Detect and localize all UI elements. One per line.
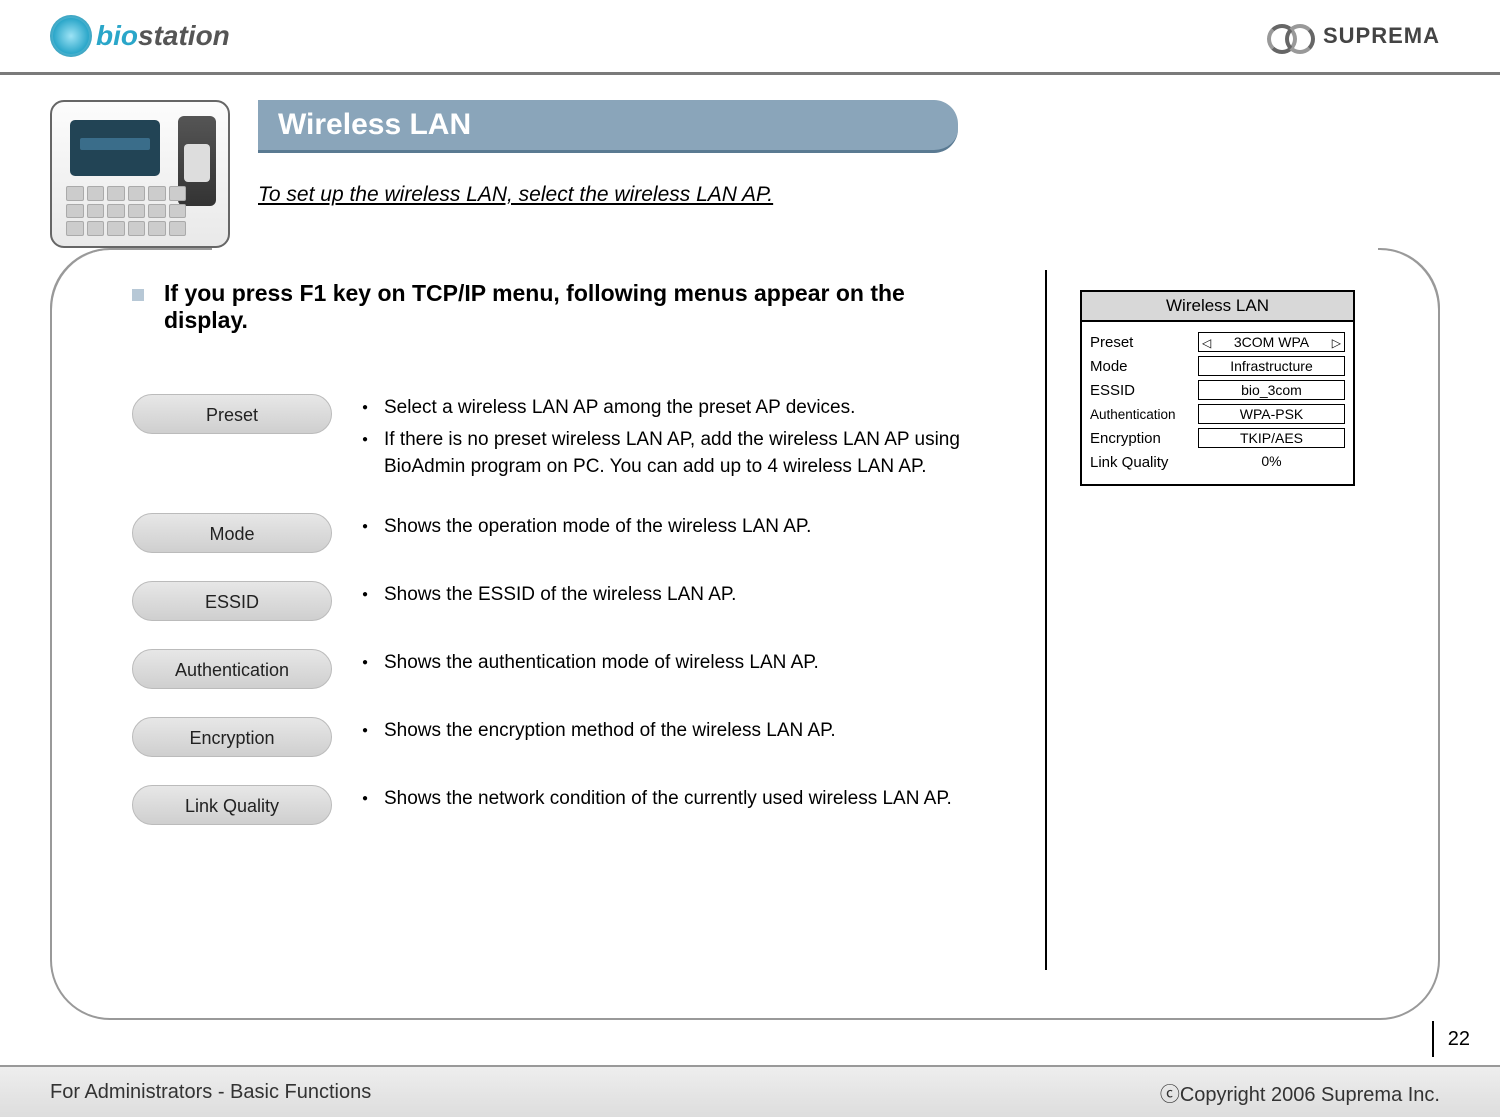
lcd-label: Encryption	[1090, 430, 1198, 447]
bullet-text: Shows the network condition of the curre…	[362, 785, 952, 813]
bullet-text: Shows the ESSID of the wireless LAN AP.	[362, 581, 736, 609]
bullet-text: Shows the operation mode of the wireless…	[362, 513, 811, 541]
logo-text-bio: bio	[96, 20, 138, 52]
page-subtitle: To set up the wireless LAN, select the w…	[258, 183, 958, 207]
lcd-row-linkquality: Link Quality 0%	[1090, 450, 1345, 474]
triangle-left-icon: ◁	[1202, 334, 1211, 352]
bullet-text: Shows the encryption method of the wirel…	[362, 717, 836, 745]
triangle-right-icon: ▷	[1332, 334, 1341, 352]
footer-left: For Administrators - Basic Functions	[50, 1081, 371, 1104]
lcd-value-preset: ◁ 3COM WPA ▷	[1198, 332, 1345, 352]
square-bullet-icon	[132, 289, 144, 301]
logo-text-station: station	[138, 20, 230, 52]
page-title: Wireless LAN	[258, 100, 958, 153]
lcd-value-encryption: TKIP/AES	[1198, 428, 1345, 448]
fingerprint-swirl-icon	[50, 15, 92, 57]
lcd-rows: Preset ◁ 3COM WPA ▷ Mode Infrastructure …	[1082, 322, 1353, 484]
biostation-logo: biostation	[50, 15, 230, 57]
lcd-value-text: WPA-PSK	[1240, 406, 1304, 422]
bullet-text: If there is no preset wireless LAN AP, a…	[362, 426, 1042, 481]
lcd-value-text: TKIP/AES	[1240, 430, 1303, 446]
banner-title-wrap: Wireless LAN To set up the wireless LAN,…	[258, 100, 958, 207]
pill-encryption: Encryption	[132, 717, 332, 757]
lcd-label: Authentication	[1090, 407, 1198, 422]
bullets-preset: Select a wireless LAN AP among the prese…	[362, 394, 1042, 485]
page-number: 22	[1432, 1021, 1470, 1057]
vertical-divider	[1045, 270, 1047, 970]
lcd-value-text: bio_3com	[1241, 382, 1302, 398]
lcd-value-linkquality: 0%	[1198, 452, 1345, 472]
lcd-label: Mode	[1090, 358, 1198, 375]
bullets-authentication: Shows the authentication mode of wireles…	[362, 649, 819, 681]
item-row-linkquality: Link Quality Shows the network condition…	[132, 785, 1092, 825]
lcd-row-encryption: Encryption TKIP/AES	[1090, 426, 1345, 450]
item-row-preset: Preset Select a wireless LAN AP among th…	[132, 394, 1092, 485]
lcd-value-text: Infrastructure	[1230, 358, 1312, 374]
lcd-label: ESSID	[1090, 382, 1198, 399]
lcd-row-essid: ESSID bio_3com	[1090, 378, 1345, 402]
pill-linkquality: Link Quality	[132, 785, 332, 825]
item-row-encryption: Encryption Shows the encryption method o…	[132, 717, 1092, 757]
lcd-value-essid: bio_3com	[1198, 380, 1345, 400]
pill-mode: Mode	[132, 513, 332, 553]
lcd-screen-mock: Wireless LAN Preset ◁ 3COM WPA ▷ Mode In…	[1080, 290, 1355, 486]
lcd-label: Link Quality	[1090, 454, 1198, 471]
page-header: biostation SUPREMA	[0, 0, 1500, 75]
pill-preset: Preset	[132, 394, 332, 434]
lcd-value-text: 3COM WPA	[1234, 334, 1309, 350]
infinity-icon	[1267, 24, 1315, 48]
footer-right: ⓒCopyright 2006 Suprema Inc.	[1160, 1078, 1440, 1107]
bullets-essid: Shows the ESSID of the wireless LAN AP.	[362, 581, 736, 613]
bullet-text: Select a wireless LAN AP among the prese…	[362, 394, 1042, 422]
lcd-title: Wireless LAN	[1082, 292, 1353, 322]
lcd-value-authentication: WPA-PSK	[1198, 404, 1345, 424]
pill-essid: ESSID	[132, 581, 332, 621]
bullets-mode: Shows the operation mode of the wireless…	[362, 513, 811, 545]
lcd-row-authentication: Authentication WPA-PSK	[1090, 402, 1345, 426]
item-row-mode: Mode Shows the operation mode of the wir…	[132, 513, 1092, 553]
device-screen-icon	[70, 120, 160, 176]
lcd-row-mode: Mode Infrastructure	[1090, 354, 1345, 378]
banner-row: Wireless LAN To set up the wireless LAN,…	[50, 100, 1450, 248]
intro-text: If you press F1 key on TCP/IP menu, foll…	[164, 280, 992, 334]
item-row-authentication: Authentication Shows the authentication …	[132, 649, 1092, 689]
item-row-essid: ESSID Shows the ESSID of the wireless LA…	[132, 581, 1092, 621]
suprema-text: SUPREMA	[1323, 23, 1440, 49]
device-thumbnail	[50, 100, 230, 248]
device-keypad-icon	[66, 186, 186, 236]
lcd-value-text: 0%	[1261, 453, 1281, 469]
bullet-text: Shows the authentication mode of wireles…	[362, 649, 819, 677]
bullets-encryption: Shows the encryption method of the wirel…	[362, 717, 836, 749]
lcd-label: Preset	[1090, 334, 1198, 351]
items-column: Preset Select a wireless LAN AP among th…	[132, 394, 1092, 853]
lcd-value-mode: Infrastructure	[1198, 356, 1345, 376]
suprema-logo: SUPREMA	[1267, 23, 1440, 49]
lcd-row-preset: Preset ◁ 3COM WPA ▷	[1090, 330, 1345, 354]
page-footer: For Administrators - Basic Functions ⓒCo…	[0, 1065, 1500, 1117]
pill-authentication: Authentication	[132, 649, 332, 689]
bullets-linkquality: Shows the network condition of the curre…	[362, 785, 952, 817]
intro-line: If you press F1 key on TCP/IP menu, foll…	[132, 280, 992, 334]
